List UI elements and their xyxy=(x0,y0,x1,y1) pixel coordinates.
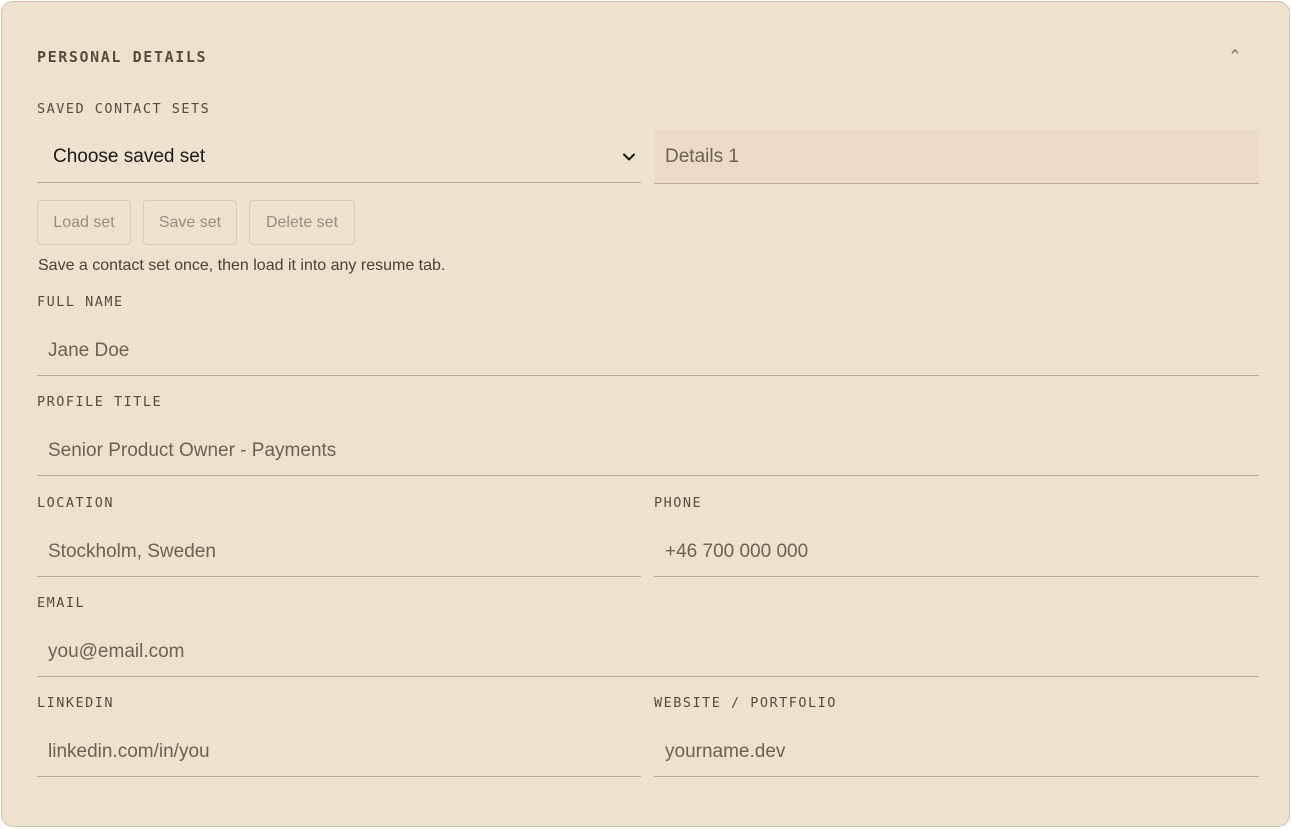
linkedin-label: LINKEDIN xyxy=(37,695,115,711)
website-value: yourname.dev xyxy=(665,740,786,762)
full-name-value: Jane Doe xyxy=(48,339,130,361)
location-input[interactable]: Stockholm, Sweden xyxy=(37,527,641,577)
email-value: you@email.com xyxy=(48,640,185,662)
phone-input[interactable]: +46 700 000 000 xyxy=(654,527,1259,577)
chevron-down-icon xyxy=(623,153,635,161)
delete-set-button[interactable]: Delete set xyxy=(249,200,355,245)
section-title: PERSONAL DETAILS xyxy=(37,48,208,66)
saved-set-select[interactable]: Choose saved set xyxy=(37,132,641,183)
linkedin-value: linkedin.com/in/you xyxy=(48,740,210,762)
saved-sets-label: SAVED CONTACT SETS xyxy=(37,101,211,117)
personal-details-panel: PERSONAL DETAILS ^ SAVED CONTACT SETS Ch… xyxy=(1,1,1290,827)
phone-value: +46 700 000 000 xyxy=(665,540,809,562)
set-name-input[interactable]: Details 1 xyxy=(654,130,1259,184)
website-input[interactable]: yourname.dev xyxy=(654,727,1259,777)
set-name-value: Details 1 xyxy=(665,145,739,167)
profile-title-input[interactable]: Senior Product Owner - Payments xyxy=(37,426,1259,476)
linkedin-input[interactable]: linkedin.com/in/you xyxy=(37,727,641,777)
full-name-input[interactable]: Jane Doe xyxy=(37,326,1259,376)
email-input[interactable]: you@email.com xyxy=(37,627,1259,677)
email-label: EMAIL xyxy=(37,595,86,611)
location-label: LOCATION xyxy=(37,495,115,511)
full-name-label: FULL NAME xyxy=(37,294,124,310)
location-value: Stockholm, Sweden xyxy=(48,540,216,562)
profile-title-label: PROFILE TITLE xyxy=(37,394,163,410)
website-label: WEBSITE / PORTFOLIO xyxy=(654,695,837,711)
helper-text: Save a contact set once, then load it in… xyxy=(38,257,446,274)
profile-title-value: Senior Product Owner - Payments xyxy=(48,439,337,461)
load-set-button[interactable]: Load set xyxy=(37,200,131,245)
saved-set-select-value: Choose saved set xyxy=(53,146,206,167)
phone-label: PHONE xyxy=(654,495,703,511)
save-set-button[interactable]: Save set xyxy=(143,200,237,245)
collapse-button[interactable]: ^ xyxy=(1225,46,1245,66)
